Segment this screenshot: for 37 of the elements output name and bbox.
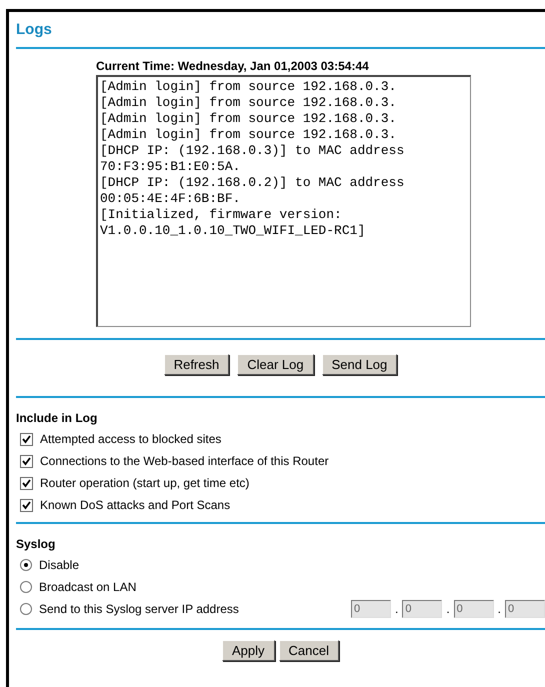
radio-button[interactable] (20, 603, 32, 615)
checkbox[interactable] (20, 432, 33, 446)
log-line: V1.0.0.10_1.0.10_TWO_WIFI_LED-RC1] (100, 223, 366, 239)
log-line: 00:05:4E:4F:6B:BF. (100, 191, 240, 207)
log-line: [DHCP IP: (192.168.0.3)] to MAC address (100, 143, 404, 159)
log-line: [Admin login] from source 192.168.0.3. (100, 79, 396, 95)
ip-separator: . (394, 602, 400, 616)
form-button[interactable]: Cancel (278, 640, 339, 661)
page-title: Logs (16, 20, 53, 40)
section-heading: Syslog (16, 536, 56, 553)
log-line: 70:F3:95:B1:E0:5A. (100, 159, 240, 175)
log-line: [DHCP IP: (192.168.0.2)] to MAC address (100, 175, 404, 191)
current-time: Current Time: Wednesday, Jan 01,2003 03:54:44 (96, 59, 369, 73)
log-line: [Initialized, firmware version: (100, 207, 342, 223)
form-button[interactable]: Apply (222, 640, 275, 661)
log-line: [Admin login] from source 192.168.0.3. (100, 111, 396, 127)
radio-label: Broadcast on LAN (39, 580, 138, 594)
ip-separator: . (496, 602, 502, 616)
log-action-button[interactable]: Send Log (322, 354, 398, 375)
checkbox-label: Connections to the Web-based interface of this Router (40, 454, 329, 468)
log-text-area[interactable] (96, 75, 471, 327)
radio-button[interactable] (20, 581, 32, 593)
radio-label: Disable (39, 558, 80, 572)
section-heading: Include in Log (16, 410, 98, 427)
checkbox[interactable] (20, 476, 33, 490)
radio-label: Send to this Syslog server IP address (39, 602, 240, 616)
checkbox[interactable] (20, 454, 33, 468)
radio-button[interactable] (20, 559, 32, 571)
checkbox-label: Router operation (start up, get time etc) (40, 476, 250, 490)
log-action-button[interactable]: Refresh (164, 354, 230, 375)
log-line: [Admin login] from source 192.168.0.3. (100, 127, 396, 143)
checkbox-label: Attempted access to blocked sites (40, 432, 222, 446)
log-line: [Admin login] from source 192.168.0.3. (100, 95, 396, 111)
checkbox-label: Known DoS attacks and Port Scans (40, 498, 230, 512)
ip-separator: . (445, 602, 451, 616)
checkbox[interactable] (20, 498, 33, 512)
log-action-button[interactable]: Clear Log (237, 354, 314, 375)
